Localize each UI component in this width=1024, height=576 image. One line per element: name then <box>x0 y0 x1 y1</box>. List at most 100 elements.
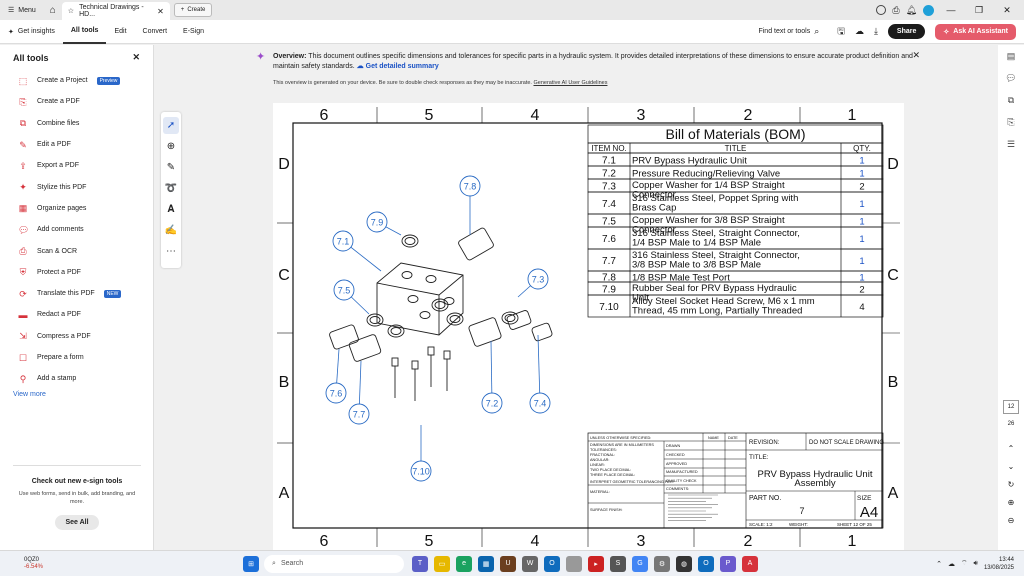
close-overview-icon[interactable]: ✕ <box>912 50 920 61</box>
more-tools-icon[interactable]: ⋯ <box>163 243 179 260</box>
tool-item-prepare-a-form[interactable]: ☐ Prepare a form <box>0 347 153 368</box>
text-box-tool-icon[interactable]: 𝐀 <box>163 201 179 218</box>
find-label: Find text or tools <box>758 28 811 35</box>
edge-icon[interactable]: e <box>456 555 473 572</box>
stock-widget[interactable]: 0QZ0 -6.54% <box>0 557 43 571</box>
download-icon[interactable]: ⤓ <box>874 26 878 37</box>
overview-text: Overview: This document outlines specifi… <box>273 52 913 72</box>
tool-item-create-a-project[interactable]: ⬚ Create a Project Preview <box>0 70 153 91</box>
close-panel-icon[interactable]: ✕ <box>132 52 140 63</box>
brass-cap <box>531 322 553 342</box>
taskbar-search[interactable]: ⌕ Search <box>264 554 405 573</box>
select-tool-icon[interactable]: ➚ <box>163 117 179 134</box>
tool-item-create-a-pdf[interactable]: ⎘ Create a PDF <box>0 91 153 112</box>
tool-item-combine-files[interactable]: ⧉ Combine files <box>0 113 153 134</box>
tool-item-redact-a-pdf[interactable]: ▬ Redact a PDF <box>0 304 153 325</box>
avatar[interactable] <box>923 4 934 16</box>
acrobat-icon[interactable]: A <box>742 555 759 572</box>
wix-icon[interactable]: W <box>522 555 539 572</box>
tool-item-compress-a-pdf[interactable]: ⇲ Compress a PDF <box>0 326 153 347</box>
ai-assistant-button[interactable]: ✧ Ask AI Assistant <box>935 23 1016 40</box>
windows-start-icon[interactable]: ⊞ <box>243 555 260 572</box>
menu-button[interactable]: ☰ Menu <box>0 0 44 20</box>
save-icon[interactable]: 🖫︎ <box>837 24 845 40</box>
app-icon[interactable]: ◍ <box>676 555 693 572</box>
home-icon[interactable]: ⌂ <box>44 1 62 19</box>
tool-item-edit-a-pdf[interactable]: ✎ Edit a PDF <box>0 134 153 155</box>
promo-title: Check out new e-sign tools <box>31 478 123 485</box>
see-all-button[interactable]: See All <box>55 515 99 530</box>
share-button[interactable]: Share <box>887 24 926 39</box>
app-icon[interactable]: S <box>610 555 627 572</box>
rotate-icon[interactable]: ↻ <box>1005 476 1017 494</box>
tool-item-protect-a-pdf[interactable]: ⛨ Protect a PDF <box>0 262 153 283</box>
print-icon[interactable]: ⎙ <box>892 5 899 16</box>
lasso-tool-icon[interactable]: ➰ <box>163 180 179 197</box>
store-icon[interactable]: ▦ <box>478 555 495 572</box>
file-explorer-icon[interactable]: ▭ <box>434 555 451 572</box>
detailed-summary-link[interactable]: ☁ Get detailed summary <box>357 63 439 70</box>
tab-all-tools[interactable]: All tools <box>62 20 107 44</box>
outlook-icon[interactable]: O <box>544 555 561 572</box>
tool-item-add-comments[interactable]: 💬︎ Add comments <box>0 219 153 240</box>
tool-item-add-a-stamp[interactable]: ⚲ Add a stamp <box>0 368 153 389</box>
minimize-icon[interactable]: — <box>940 5 962 15</box>
zoom-in-icon[interactable]: ⊕ <box>1005 494 1017 512</box>
highlight-tool-icon[interactable]: ✍ <box>163 222 179 239</box>
wifi-icon[interactable]: ⌔ <box>961 559 968 568</box>
tb-unless: UNLESS OTHERWISE SPECIFIED: <box>590 436 651 440</box>
next-page-icon[interactable]: ⌄ <box>1005 458 1017 476</box>
chrome-icon[interactable]: G <box>632 555 649 572</box>
bookmark-icon[interactable]: ⧉ <box>998 89 1024 111</box>
tab-e-sign[interactable]: E-Sign <box>175 20 212 44</box>
tool-item-stylize-this-pdf[interactable]: ✦ Stylize this PDF <box>0 176 153 197</box>
comments-icon[interactable]: 💬︎ <box>998 67 1024 89</box>
tool-item-label: Redact a PDF <box>37 311 81 319</box>
settings-icon[interactable]: ⚙ <box>654 555 671 572</box>
view-more-link[interactable]: View more <box>0 391 153 398</box>
cloud-upload-icon[interactable]: ☁ <box>855 26 864 37</box>
tab-convert[interactable]: Convert <box>135 20 176 44</box>
current-page-input[interactable]: 12 <box>1003 400 1019 414</box>
tab-edit[interactable]: Edit <box>106 20 134 44</box>
clock[interactable]: 13:44 13/08/2025 <box>984 556 1014 572</box>
star-icon[interactable]: ☆ <box>68 7 74 15</box>
get-insights-button[interactable]: ✦ Get insights <box>0 20 63 44</box>
outlook-icon[interactable]: O <box>698 555 715 572</box>
apple-icon[interactable] <box>566 555 583 572</box>
tool-item-scan-ocr[interactable]: ⎙ Scan & OCR <box>0 240 153 261</box>
tool-item-organize-pages[interactable]: ▦ Organize pages <box>0 198 153 219</box>
teams-icon[interactable]: T <box>412 555 429 572</box>
notifications-icon[interactable]: 🔔︎ <box>906 5 917 16</box>
zoom-out-icon[interactable]: ⊖ <box>1005 512 1017 530</box>
maximize-icon[interactable]: ❐ <box>968 5 990 16</box>
volume-icon[interactable]: 🔊︎ <box>974 560 978 568</box>
create-tab-button[interactable]: + Create <box>173 3 213 17</box>
app-icon[interactable]: ▸ <box>588 555 605 572</box>
document-tab[interactable]: ☆ Technical Drawings - HD... ✕ <box>61 2 170 20</box>
tool-item-export-a-pdf[interactable]: ⇪ Export a PDF <box>0 155 153 176</box>
app-icon[interactable]: P <box>720 555 737 572</box>
tb-size-label: SIZE <box>857 495 872 502</box>
balloon-label: 7.3 <box>532 275 545 285</box>
help-icon[interactable] <box>876 5 887 15</box>
bom-item-title: PRV Bypass Hydraulic Unit <box>632 156 747 167</box>
close-tab-icon[interactable]: ✕ <box>157 7 164 16</box>
ups-icon[interactable]: U <box>500 555 517 572</box>
layers-icon[interactable]: ☰ <box>998 133 1024 155</box>
tb-part-no: 7 <box>799 506 804 516</box>
tool-item-translate-this-pdf[interactable]: ⟳ Translate this PDF NEW <box>0 283 153 304</box>
attachments-icon[interactable]: ⎘ <box>998 111 1024 133</box>
pen-tool-icon[interactable]: ✎ <box>163 159 179 176</box>
chevron-up-icon[interactable]: ⌃ <box>936 560 942 568</box>
close-window-icon[interactable]: ✕ <box>996 5 1018 16</box>
cloud-icon[interactable]: ☁ <box>948 560 955 568</box>
document-icon[interactable]: ▤ <box>998 45 1024 67</box>
tb-comments: COMMENTS: <box>666 487 689 491</box>
ai-guidelines-link[interactable]: Generative AI User Guidelines <box>533 80 607 86</box>
bom-item-title: 1/4 BSP Male to 1/4 BSP Male <box>632 238 761 249</box>
prev-page-icon[interactable]: ⌃ <box>1005 440 1017 458</box>
zoom-tool-icon[interactable]: ⊕ <box>163 138 179 155</box>
esign-promo: Check out new e-sign tools Use web forms… <box>13 465 141 530</box>
find-tools-button[interactable]: Find text or tools ⌕ <box>750 20 827 44</box>
